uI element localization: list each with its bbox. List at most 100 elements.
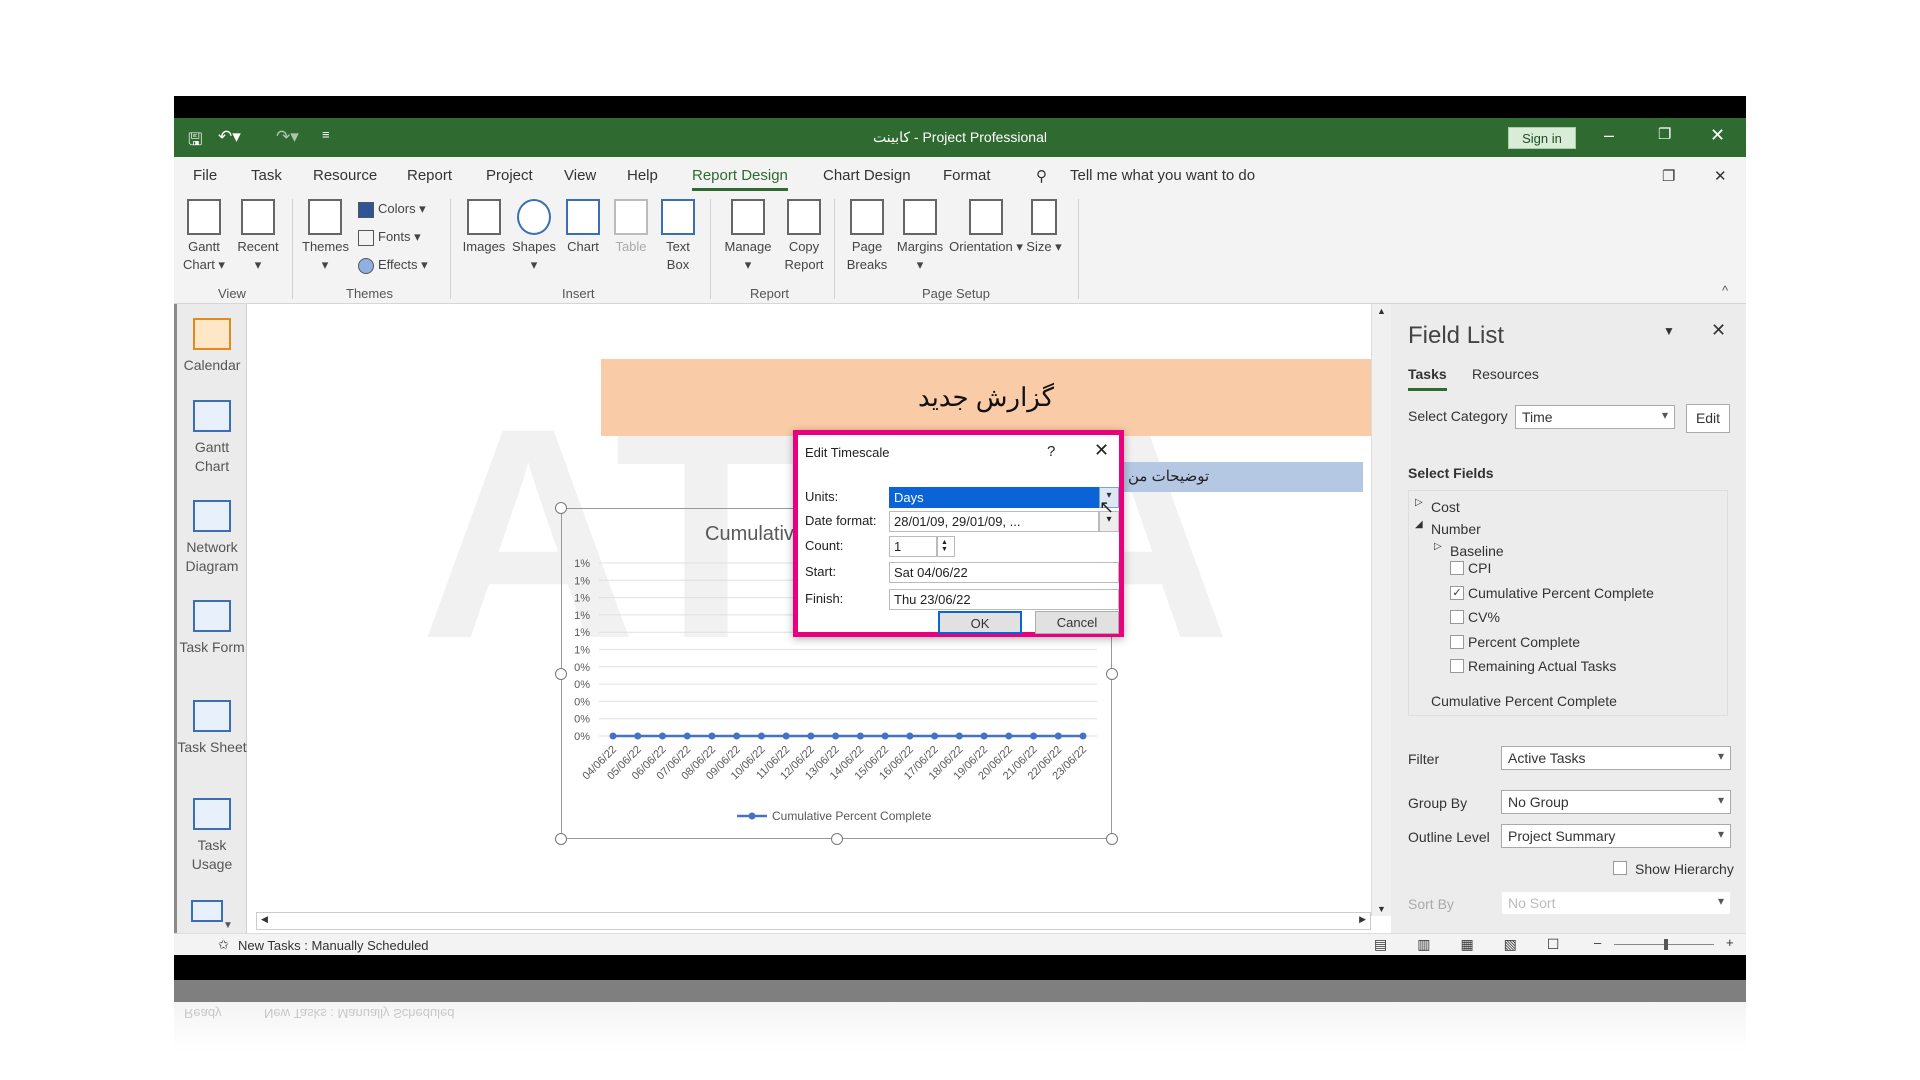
group-label-themes: Themes (346, 286, 393, 301)
text-box-button[interactable]: Text Box (656, 199, 700, 274)
field-checkbox[interactable]: ✓ (1450, 585, 1464, 600)
start-input[interactable]: Sat 04/06/22 (889, 562, 1119, 583)
tab-project[interactable]: Project (486, 167, 533, 184)
minimize-button[interactable]: – (1604, 125, 1614, 146)
resize-handle[interactable] (555, 668, 567, 680)
chart-button[interactable]: Chart (560, 199, 606, 256)
tree-node-baseline[interactable]: Baseline (1450, 543, 1504, 559)
sidebar-item-task-form[interactable]: Task Form (177, 600, 247, 657)
zoom-out-button[interactable]: – (1594, 935, 1601, 950)
report-title[interactable]: گزارش جدید (601, 359, 1371, 436)
pane-options-icon[interactable]: ▼ (1663, 324, 1675, 338)
manage-button[interactable]: Manage ▾ (720, 199, 776, 274)
report-description[interactable]: توضیحات من (1114, 462, 1363, 492)
field-checkbox[interactable] (1450, 561, 1464, 575)
tab-resources[interactable]: Resources (1472, 366, 1539, 382)
margins-button[interactable]: Margins ▾ (892, 199, 948, 274)
tell-me-search[interactable]: Tell me what you want to do (1070, 167, 1255, 184)
horizontal-scrollbar[interactable]: ◀ ▶ (256, 912, 1371, 930)
orientation-button[interactable]: Orientation ▾ (948, 199, 1024, 256)
images-button[interactable]: Images (460, 199, 508, 256)
tab-tasks[interactable]: Tasks (1408, 366, 1447, 391)
resize-handle[interactable] (555, 833, 567, 845)
field-label[interactable]: CV% (1468, 609, 1500, 625)
resize-handle[interactable] (831, 833, 843, 845)
count-input[interactable]: 1 (889, 536, 937, 557)
resize-handle[interactable] (1106, 668, 1118, 680)
close-pane-icon[interactable]: ✕ (1711, 320, 1726, 341)
tree-node-cost[interactable]: Cost (1431, 499, 1460, 515)
tab-chart-design[interactable]: Chart Design (823, 167, 911, 184)
copy-report-button[interactable]: Copy Report (778, 199, 830, 274)
sidebar-more-views[interactable]: ▼ (177, 900, 247, 935)
collapse-icon[interactable]: ◢ (1415, 519, 1423, 530)
show-hierarchy-checkbox[interactable] (1613, 861, 1627, 875)
zoom-slider-thumb[interactable] (1664, 939, 1668, 950)
tree-node-number[interactable]: Number (1431, 521, 1481, 537)
filter-dropdown[interactable]: Active Tasks (1501, 746, 1731, 770)
view-shortcuts[interactable]: ▤▥▦▧☐ (1374, 936, 1589, 953)
count-spinner[interactable]: ▲ ▼ (937, 536, 955, 557)
date-format-dropdown[interactable]: 28/01/09, 29/01/09, ... (889, 511, 1099, 532)
size-button[interactable]: Size ▾ (1026, 199, 1062, 256)
tab-file[interactable]: File (193, 167, 217, 184)
ribbon-display-options-icon[interactable]: ❐ (1662, 167, 1675, 185)
finish-input[interactable]: Thu 23/06/22 (889, 589, 1119, 610)
sidebar-item-calendar[interactable]: Calendar (177, 318, 247, 375)
field-label[interactable]: Remaining Actual Tasks (1468, 658, 1616, 674)
group-by-dropdown[interactable]: No Group (1501, 790, 1731, 814)
tab-help[interactable]: Help (627, 167, 658, 184)
ok-button[interactable]: OK (938, 611, 1022, 634)
sidebar-item-gantt-chart[interactable]: Gantt Chart (177, 400, 247, 476)
tab-resource[interactable]: Resource (313, 167, 377, 184)
more-views-dropdown-icon[interactable]: ▼ (223, 920, 233, 931)
task-sheet-icon (193, 700, 231, 732)
sidebar-item-network-diagram[interactable]: Network Diagram (177, 500, 247, 576)
shapes-icon (517, 199, 551, 235)
field-label[interactable]: CPI (1468, 560, 1491, 576)
vertical-scrollbar[interactable]: ▲ ▼ (1371, 304, 1391, 916)
tab-format[interactable]: Format (943, 167, 991, 184)
outline-level-dropdown[interactable]: Project Summary (1501, 824, 1731, 848)
cancel-button[interactable]: Cancel (1035, 611, 1119, 634)
sidebar-item-task-usage[interactable]: Task Usage (177, 798, 247, 874)
gantt-chart-button[interactable]: Gantt Chart ▾ (182, 199, 226, 274)
select-category-dropdown[interactable]: Time (1515, 405, 1675, 429)
sort-by-dropdown[interactable]: No Sort (1501, 891, 1731, 915)
close-document-button[interactable]: ✕ (1714, 167, 1727, 185)
units-dropdown[interactable]: Days (889, 487, 1119, 508)
themes-button[interactable]: Themes ▾ (302, 199, 349, 274)
field-label[interactable]: Cumulative Percent Complete (1468, 585, 1654, 601)
fonts-button[interactable]: Fonts ▾ (358, 229, 421, 246)
effects-button[interactable]: Effects ▾ (358, 257, 428, 274)
manage-icon (731, 199, 765, 235)
shapes-button[interactable]: Shapes ▾ (510, 199, 558, 274)
sidebar-item-task-sheet[interactable]: Task Sheet (177, 700, 247, 757)
tab-report-design[interactable]: Report Design (692, 167, 788, 191)
recent-button[interactable]: Recent ▾ (236, 199, 280, 274)
field-checkbox[interactable] (1450, 610, 1464, 624)
sign-in-button[interactable]: Sign in (1508, 127, 1576, 149)
edit-button[interactable]: Edit (1686, 404, 1730, 433)
help-button[interactable]: ? (1047, 443, 1055, 460)
dialog-close-button[interactable]: ✕ (1094, 440, 1109, 461)
close-button[interactable]: ✕ (1710, 125, 1725, 146)
tab-view[interactable]: View (564, 167, 596, 184)
page-breaks-button[interactable]: Page Breaks (844, 199, 890, 274)
field-checkbox[interactable] (1450, 634, 1464, 649)
field-checkbox[interactable] (1450, 659, 1464, 673)
expand-icon[interactable]: ▷ (1434, 541, 1442, 552)
new-tasks-mode[interactable]: New Tasks : Manually Scheduled (238, 938, 429, 953)
collapse-ribbon-icon[interactable]: ^ (1722, 283, 1728, 298)
divider (710, 199, 711, 299)
restore-button[interactable]: ❐ (1658, 125, 1671, 143)
expand-icon[interactable]: ▷ (1415, 497, 1423, 508)
tab-task[interactable]: Task (251, 167, 282, 184)
resize-handle[interactable] (555, 502, 567, 514)
resize-handle[interactable] (1106, 833, 1118, 845)
field-label[interactable]: Percent Complete (1468, 634, 1580, 650)
tab-report[interactable]: Report (407, 167, 452, 184)
colors-button[interactable]: Colors ▾ (358, 201, 426, 218)
zoom-in-button[interactable]: + (1726, 935, 1734, 950)
table-button[interactable]: Table (608, 199, 654, 256)
